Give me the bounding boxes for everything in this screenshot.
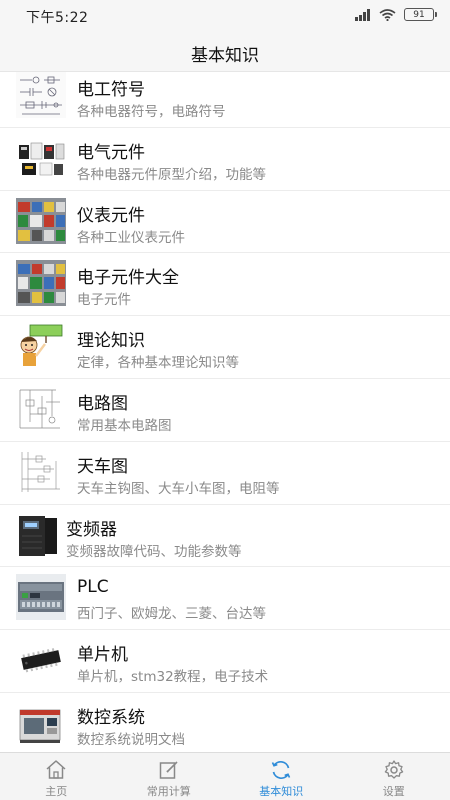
tab-calculations[interactable]: 常用计算 [113, 753, 226, 800]
battery-level: 91 [413, 9, 425, 20]
tab-label: 设置 [382, 785, 405, 798]
list-item[interactable]: 电工符号 各种电器符号，电路符号 [0, 72, 450, 128]
list-item-subtitle: 电子元件 [77, 292, 131, 309]
list-item-subtitle: 天车主钩图、大车小车图，电阻等 [77, 480, 280, 497]
list-item[interactable]: 数控系统 数控系统说明文档 [0, 693, 450, 752]
tab-basic-knowledge[interactable]: 基本知识 [225, 753, 338, 800]
list-item-subtitle: 西门子、欧姆龙、三菱、台达等 [77, 606, 266, 623]
edit-icon [159, 761, 178, 779]
list-item-title: 仪表元件 [77, 205, 145, 226]
tab-home[interactable]: 主页 [0, 753, 113, 800]
list-item-subtitle: 变频器故障代码、功能参数等 [66, 543, 242, 560]
bottom-tab-bar: 主页 常用计算 基本知识 设置 [0, 752, 450, 800]
list-item-subtitle: 各种电器元件原型介绍，功能等 [77, 166, 266, 183]
tab-label: 主页 [45, 785, 68, 798]
tab-label: 常用计算 [146, 785, 191, 798]
tab-label: 基本知识 [259, 785, 304, 798]
inverter-thumbnail [16, 511, 62, 558]
crane-diagram-thumbnail [16, 448, 66, 495]
list-item-title: 电路图 [77, 393, 128, 414]
list-item[interactable]: 电路图 常用基本电路图 [0, 379, 450, 442]
list-item[interactable]: 电气元件 各种电器元件原型介绍，功能等 [0, 128, 450, 191]
tab-settings[interactable]: 设置 [338, 753, 450, 800]
list-item-title: 天车图 [77, 456, 128, 477]
list-item-subtitle: 各种工业仪表元件 [77, 229, 185, 246]
list-item[interactable]: 电子元件大全 电子元件 [0, 253, 450, 317]
title-bar: 基本知识 [0, 32, 450, 72]
status-icons: 91 [355, 8, 437, 21]
plc-thumbnail [16, 574, 66, 621]
list-item-title: 变频器 [66, 519, 117, 540]
list-item-title: 单片机 [77, 645, 128, 666]
electrical-components-thumbnail [16, 134, 66, 181]
microcontroller-chip-thumbnail [16, 637, 66, 684]
electronic-components-thumbnail [16, 260, 66, 307]
home-icon [46, 760, 66, 779]
circuit-diagram-thumbnail [16, 385, 66, 432]
list-item-subtitle: 单片机，stm32教程，电子技术 [77, 669, 269, 686]
list-item[interactable]: 理论知识 定律，各种基本理论知识等 [0, 316, 450, 379]
instrument-components-thumbnail [16, 197, 66, 244]
list-item-title: 电气元件 [77, 142, 145, 163]
list-item-subtitle: 各种电器符号，电路符号 [77, 104, 226, 120]
wifi-icon [379, 8, 396, 21]
cnc-machine-thumbnail [16, 699, 66, 746]
cartoon-teacher-thumbnail [16, 323, 66, 370]
circuit-symbols-thumbnail [16, 72, 66, 118]
list-item[interactable]: 单片机 单片机，stm32教程，电子技术 [0, 630, 450, 693]
gear-icon [384, 760, 403, 779]
status-time: 下午5:22 [26, 10, 89, 26]
list-item-title: 数控系统 [77, 707, 145, 728]
refresh-icon [272, 761, 291, 779]
list-item[interactable]: 变频器 变频器故障代码、功能参数等 [0, 505, 450, 568]
page-title: 基本知识 [191, 46, 259, 66]
knowledge-list[interactable]: 电工符号 各种电器符号，电路符号 电气元件 各种电器元件原型介绍，功能等 仪表元… [0, 72, 450, 752]
list-item-subtitle: 常用基本电路图 [77, 417, 172, 434]
list-item[interactable]: PLC 西门子、欧姆龙、三菱、台达等 [0, 567, 450, 631]
list-item[interactable]: 仪表元件 各种工业仪表元件 [0, 191, 450, 254]
status-bar: 下午5:22 91 [0, 0, 450, 32]
list-item-subtitle: 数控系统说明文档 [77, 731, 185, 748]
list-item-title: PLC [77, 577, 109, 598]
list-item-title: 电工符号 [77, 80, 145, 100]
battery-icon: 91 [404, 8, 437, 21]
list-item-title: 理论知识 [77, 331, 145, 352]
list-item-title: 电子元件大全 [77, 268, 179, 289]
list-item-subtitle: 定律，各种基本理论知识等 [77, 355, 239, 372]
signal-icon [355, 8, 370, 21]
list-item[interactable]: 天车图 天车主钩图、大车小车图，电阻等 [0, 442, 450, 505]
